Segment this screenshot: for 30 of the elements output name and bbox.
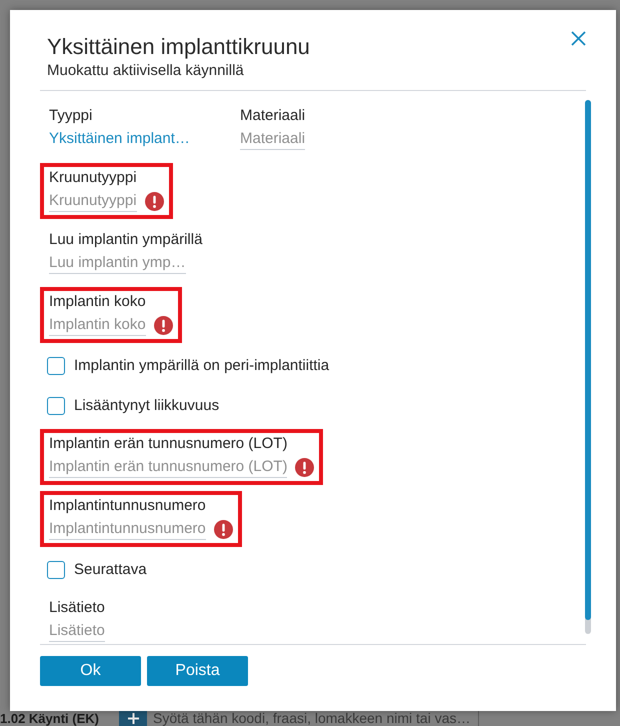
input-field[interactable]: Implantintunnusnumero [49,519,206,540]
input-field[interactable]: Luu implantin ymp… [49,253,186,274]
dialog-subtitle: Muokattu aktiivisella käynnillä [47,62,245,80]
input-field[interactable]: Kruunutyyppi [49,191,137,212]
field-label: Implantin erän tunnusnumero (LOT) [49,435,288,453]
checkbox-label: Implantin ympärillä on peri-implantiittia [74,357,330,375]
dialog-title: Yksittäinen implanttikruunu [47,33,310,61]
delete-button[interactable]: Poista [147,656,248,686]
field-label: Kruunutyyppi [49,169,138,187]
field-label: Luu implantin ympärillä [49,231,202,249]
select-field[interactable]: Yksittäinen implant… [49,129,190,150]
checkbox[interactable] [47,561,65,579]
checkbox[interactable] [47,397,65,415]
ok-button[interactable]: Ok [40,656,141,686]
visit-label: 1.02 Käynti (EK) [0,711,100,726]
input-field[interactable]: Implantin koko [49,315,146,336]
field-label: Lisätieto [49,599,105,617]
checkbox-label: Seurattava [74,561,147,579]
field-label: Tyyppi [49,107,94,125]
field-label: Implantin koko [49,293,147,311]
input-field[interactable]: Implantin erän tunnusnumero (LOT) [49,457,288,478]
add-button[interactable] [119,711,147,726]
input-field[interactable]: Materiaali [240,129,306,150]
checkbox[interactable] [47,357,65,375]
input-field[interactable]: Lisätieto [49,621,105,642]
field-label: Materiaali [240,107,306,125]
close-icon[interactable] [571,31,586,46]
checkbox-label: Lisääntynyt liikkuvuus [74,397,220,415]
field-label: Implantintunnusnumero [49,497,207,515]
plus-icon [128,713,138,724]
